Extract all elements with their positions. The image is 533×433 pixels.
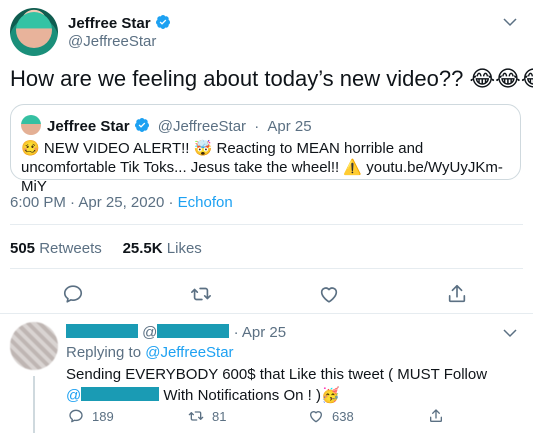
author-name[interactable]: Jeffree Star — [68, 15, 151, 32]
retweets-count: 505 — [10, 240, 36, 257]
reply-text-line1: Sending EVERYBODY 600$ that Like this tw… — [66, 366, 488, 383]
share-icon — [448, 284, 466, 303]
like-count: 638 — [332, 408, 354, 424]
retweets-stat[interactable]: 505 Retweets — [10, 240, 102, 257]
reply-icon — [69, 409, 83, 423]
tweet-text-body: How are we feeling about today’s new vid… — [10, 66, 464, 91]
like-button[interactable] — [318, 283, 340, 305]
exploding-head-emoji: 🤯 — [193, 139, 213, 157]
reply-separator: · — [233, 324, 239, 341]
reply-retweet-button[interactable]: 81 — [188, 408, 226, 424]
reply-date[interactable]: Apr 25 — [242, 324, 286, 341]
reply-share-button[interactable] — [428, 408, 452, 424]
retweets-label: Retweets — [39, 240, 102, 257]
quoted-tweet-text: 🥴 NEW VIDEO ALERT!! 🤯 Reacting to MEAN h… — [21, 139, 515, 196]
tweet-source[interactable]: Echofon — [178, 194, 233, 211]
tweet-text: How are we feeling about today’s new vid… — [10, 66, 533, 92]
party-face-emoji: 🥳 — [320, 386, 340, 404]
quoted-tweet-header: Jeffree Star @JeffreeStar · Apr 25 — [47, 117, 312, 135]
like-icon — [310, 411, 322, 423]
likes-label: Likes — [166, 240, 202, 257]
retweet-icon — [191, 287, 211, 301]
like-icon — [320, 287, 338, 303]
likes-count: 25.5K — [122, 240, 163, 257]
reply-reply-button[interactable]: 189 — [68, 408, 114, 424]
warning-emoji: ⚠️ — [343, 158, 363, 176]
replier-avatar-blurred[interactable] — [10, 322, 58, 370]
reply-icon — [63, 285, 83, 303]
retweet-button[interactable] — [190, 283, 212, 305]
quoted-date: Apr 25 — [267, 118, 312, 135]
chevron-down-icon[interactable] — [501, 324, 519, 342]
tweet-stats: 505 Retweets 25.5K Likes — [10, 240, 202, 257]
quoted-author-name: Jeffree Star — [47, 118, 130, 135]
likes-stat[interactable]: 25.5K Likes — [123, 240, 202, 257]
share-icon — [430, 409, 442, 422]
replying-to-handle[interactable]: @JeffreeStar — [145, 344, 233, 361]
redacted-mention — [81, 387, 160, 401]
verified-badge-icon — [155, 15, 170, 29]
author-handle[interactable]: @JeffreeStar — [68, 33, 156, 50]
author-avatar[interactable] — [10, 8, 58, 56]
reply-header: @ · Apr 25 — [66, 324, 286, 341]
redacted-name — [66, 324, 138, 338]
quoted-tweet[interactable]: Jeffree Star @JeffreeStar · Apr 25 🥴 NEW… — [10, 104, 521, 195]
tweet-date[interactable]: Apr 25, 2020 — [78, 194, 164, 211]
reply-text-line2-body: With Notifications On ! ) — [159, 387, 321, 404]
retweet-icon — [188, 411, 204, 421]
tweet-time[interactable]: 6:00 PM — [10, 194, 66, 211]
divider — [10, 224, 523, 225]
woozy-face-emoji: 🥴 — [21, 139, 40, 157]
divider — [10, 268, 523, 269]
timestamp-separator: · — [168, 194, 174, 211]
replying-to: Replying to @JeffreeStar — [66, 344, 234, 361]
replying-to-label: Replying to — [66, 344, 142, 361]
reply-like-button[interactable]: 638 — [308, 408, 354, 424]
retweet-count: 81 — [212, 408, 227, 424]
verified-badge-icon — [134, 118, 149, 132]
quoted-text-part1: NEW VIDEO ALERT!! — [39, 140, 194, 157]
thread-line — [33, 376, 35, 433]
reply-mention[interactable]: @ — [66, 387, 160, 404]
tweet-timestamp: 6:00 PM · Apr 25, 2020 · Echofon — [10, 194, 233, 211]
reply-count: 189 — [92, 408, 114, 424]
redacted-handle — [157, 324, 230, 338]
reply-text: Sending EVERYBODY 600$ that Like this tw… — [66, 365, 487, 406]
chevron-down-icon[interactable] — [501, 13, 519, 31]
quoted-author-avatar — [21, 115, 41, 135]
reply-tweet[interactable]: @ · Apr 25 Replying to @JeffreeStar Send… — [0, 313, 533, 433]
quoted-author-handle: @JeffreeStar — [157, 118, 247, 135]
timestamp-separator: · — [70, 194, 76, 211]
share-button[interactable] — [446, 283, 468, 305]
reply-handle-at: @ — [142, 324, 158, 341]
main-tweet: Jeffree Star @JeffreeStar How are we fee… — [0, 0, 533, 313]
reply-button[interactable] — [62, 283, 84, 305]
reply-text-line2: @ With Notifications On ! )🥳 — [66, 385, 487, 406]
quoted-separator: · — [254, 118, 260, 135]
reply-mention-at: @ — [66, 387, 82, 404]
author-name-row[interactable]: Jeffree Star — [68, 14, 171, 32]
laughing-emoji: 😂😂😂 — [469, 67, 533, 92]
